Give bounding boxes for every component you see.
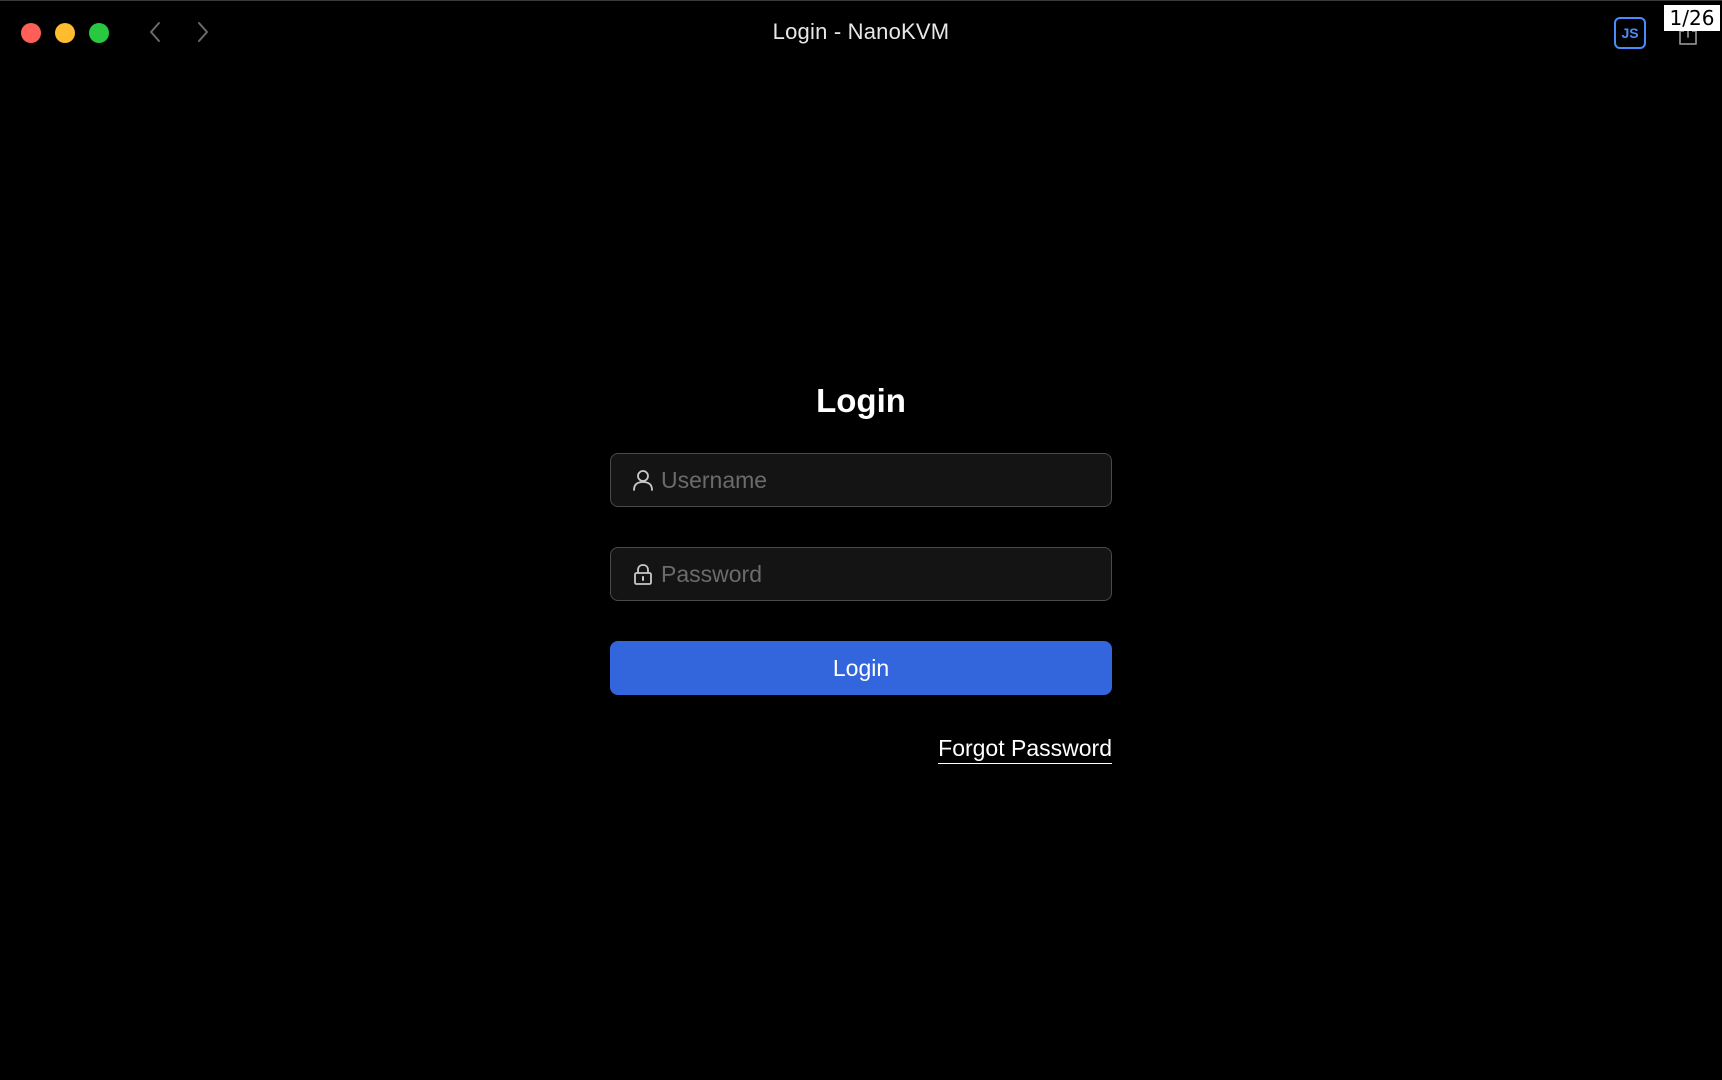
username-field — [610, 453, 1112, 507]
forgot-password-row: Forgot Password — [610, 735, 1112, 764]
js-extension-button[interactable]: JS — [1614, 17, 1646, 49]
login-button[interactable]: Login — [610, 641, 1112, 695]
page-title: Login — [816, 382, 906, 419]
login-form: Login Login Forgot Password — [610, 373, 1112, 764]
browser-window: Login - NanoKVM JS 1/26 Login Username L… — [0, 0, 1722, 1080]
username-input[interactable] — [661, 454, 1111, 506]
page-counter: 1/26 — [1664, 5, 1720, 31]
window-title: Login - NanoKVM — [772, 19, 950, 44]
password-input[interactable] — [661, 548, 1111, 600]
lock-icon — [631, 562, 655, 586]
password-field — [610, 547, 1112, 601]
forgot-password-link[interactable]: Forgot Password — [938, 735, 1112, 764]
user-icon — [631, 468, 655, 492]
title-bar: Login - NanoKVM JS 1/26 — [0, 1, 1722, 63]
